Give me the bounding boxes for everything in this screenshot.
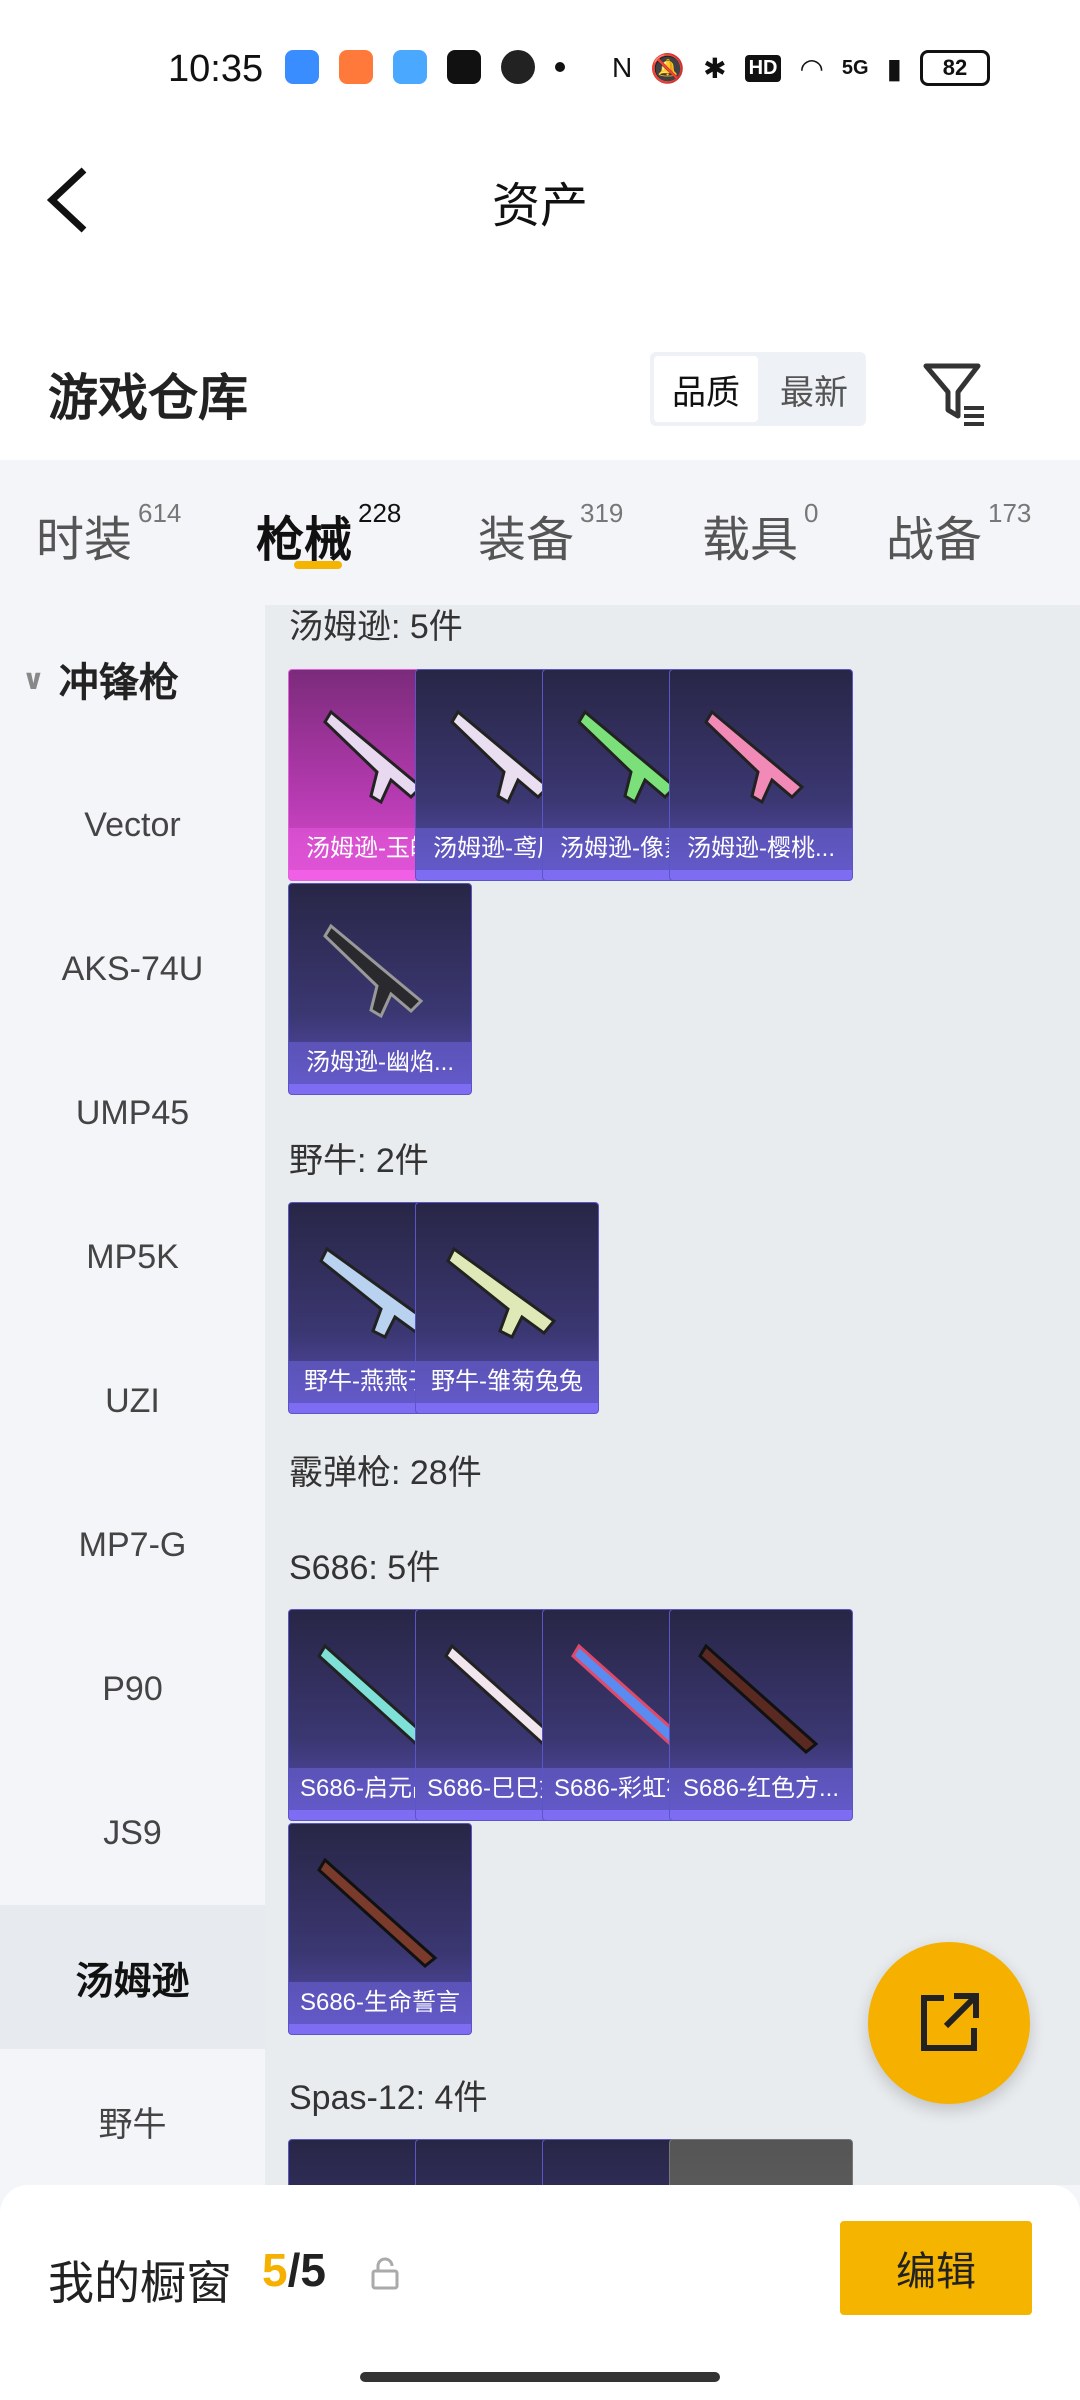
- wifi-icon: ◠: [799, 52, 824, 84]
- group-title-bizon: 野牛: 2件: [289, 1142, 429, 1180]
- skin-name: 野牛-雏菊兔兔: [416, 1361, 598, 1403]
- lock-icon[interactable]: [370, 2257, 400, 2291]
- tab-count: 614: [138, 498, 182, 528]
- rarity-bar: [289, 2024, 471, 2034]
- sidebar-item-vector[interactable]: Vector: [0, 753, 265, 897]
- showcase-count: 5/5: [262, 2243, 326, 2297]
- skin-name: 汤姆逊-樱桃...: [670, 828, 852, 870]
- sidebar-item-uzi[interactable]: UZI: [0, 1329, 265, 1473]
- tab-count: 228: [358, 498, 402, 528]
- signal-icon: ▮: [886, 52, 902, 84]
- rarity-bar: [670, 1810, 852, 1820]
- app-icon: [393, 50, 427, 84]
- skin-name: S686-生命誓言: [289, 1982, 471, 2024]
- chevron-down-icon: ∨: [22, 663, 45, 695]
- tab-supplies[interactable]: 战备 173: [856, 460, 1080, 605]
- tab-active-indicator: [294, 561, 342, 569]
- sidebar-item-js9[interactable]: JS9: [0, 1761, 265, 1905]
- gun-icon: [446, 1246, 557, 1340]
- tiktok-icon: [447, 50, 481, 84]
- filter-icon[interactable]: [920, 358, 990, 428]
- tab-label: 时装: [36, 514, 133, 567]
- sort-quality-button[interactable]: 品质: [654, 356, 758, 422]
- skin-card[interactable]: 汤姆逊-樱桃...: [669, 669, 853, 881]
- group-title-shotgun: 霰弹枪: 28件: [289, 1454, 482, 1492]
- skin-card[interactable]: [669, 2139, 853, 2185]
- dot-icon: [555, 62, 565, 72]
- notification-icons: [285, 50, 565, 84]
- sort-latest-button[interactable]: 最新: [762, 352, 866, 426]
- tab-equipment[interactable]: 装备 319: [444, 460, 666, 605]
- gun-icon: [698, 1643, 819, 1754]
- gun-icon: [317, 1857, 438, 1968]
- tab-label: 战备: [886, 514, 983, 567]
- sidebar-category-smg[interactable]: ∨ 冲锋枪: [0, 605, 265, 753]
- gun-icon: [704, 709, 805, 805]
- wechat-icon: [501, 50, 535, 84]
- sidebar-item-mp5k[interactable]: MP5K: [0, 1185, 265, 1329]
- status-time: 10:35: [168, 48, 264, 90]
- skin-card[interactable]: 汤姆逊-幽焰...: [288, 883, 472, 1095]
- nfc-icon: N: [611, 52, 633, 83]
- group-title-spas12: Spas-12: 4件: [289, 2079, 488, 2117]
- tab-label: 装备: [478, 514, 575, 567]
- tab-count: 0: [804, 498, 819, 528]
- tab-count: 319: [580, 498, 624, 528]
- rarity-bar: [289, 1084, 471, 1094]
- showcase-separator: /: [287, 2244, 301, 2296]
- skin-name: 汤姆逊-幽焰...: [289, 1042, 471, 1084]
- hd-icon: HD: [744, 54, 782, 82]
- tab-vehicles[interactable]: 载具 0: [666, 460, 856, 605]
- showcase-label: 我的橱窗: [48, 2257, 232, 2309]
- sidebar-category-label: 冲锋枪: [58, 661, 179, 705]
- mute-icon: 🔕: [650, 52, 686, 84]
- tab-count: 173: [988, 498, 1032, 528]
- page-title: 资产: [491, 180, 588, 233]
- skin-card[interactable]: S686-红色方...: [669, 1609, 853, 1821]
- showcase-bar: 我的橱窗 5/5 编辑: [0, 2185, 1080, 2400]
- app-icon: [339, 50, 373, 84]
- showcase-total: 5: [300, 2244, 326, 2296]
- sidebar-item-ump45[interactable]: UMP45: [0, 1041, 265, 1185]
- skin-card[interactable]: 野牛-雏菊兔兔: [415, 1202, 599, 1414]
- category-tabs: 时装 614 枪械 228 装备 319 载具 0 战备 173: [0, 460, 1080, 605]
- tab-guns[interactable]: 枪械 228: [222, 460, 444, 605]
- sort-toggle: 品质 最新: [650, 352, 866, 426]
- gun-icon: [323, 923, 424, 1019]
- system-icons: N 🔕 ✱ HD ◠ 5G ▮ 82: [612, 50, 990, 86]
- share-fab-button[interactable]: [868, 1942, 1030, 2104]
- edit-button[interactable]: 编辑: [840, 2221, 1032, 2315]
- sidebar-item-bizon[interactable]: 野牛: [0, 2049, 265, 2193]
- showcase-current: 5: [262, 2244, 288, 2296]
- rarity-bar: [416, 1403, 598, 1413]
- sidebar-item-aks74u[interactable]: AKS-74U: [0, 897, 265, 1041]
- share-icon: [921, 1993, 979, 2051]
- home-indicator[interactable]: [360, 2372, 720, 2382]
- app-icon: [285, 50, 319, 84]
- tab-label: 枪械: [256, 514, 353, 567]
- weapon-sidebar: ∨ 冲锋枪 Vector AKS-74U UMP45 MP5K UZI MP7-…: [0, 605, 265, 2185]
- group-title-s686: S686: 5件: [289, 1549, 441, 1587]
- warehouse-title: 游戏仓库: [48, 370, 248, 426]
- rarity-bar: [670, 870, 852, 880]
- warehouse-header: 游戏仓库 品质 最新: [0, 330, 1080, 460]
- sidebar-item-p90[interactable]: P90: [0, 1617, 265, 1761]
- sidebar-item-mp7g[interactable]: MP7-G: [0, 1473, 265, 1617]
- skin-name: S686-红色方...: [670, 1768, 852, 1810]
- network-label: 5G: [841, 56, 869, 79]
- bluetooth-icon: ✱: [703, 52, 727, 84]
- tab-fashion[interactable]: 时装 614: [0, 460, 222, 605]
- battery-icon: 82: [920, 50, 990, 86]
- group-title-thompson: 汤姆逊: 5件: [289, 608, 463, 646]
- tab-label: 载具: [702, 514, 799, 567]
- app-header: 资产: [0, 140, 1080, 330]
- sidebar-item-thompson[interactable]: 汤姆逊: [0, 1905, 265, 2049]
- status-bar: 10:35 N 🔕 ✱ HD ◠ 5G ▮ 82: [0, 0, 1080, 140]
- battery-level: 82: [942, 55, 968, 80]
- skin-card[interactable]: S686-生命誓言: [288, 1823, 472, 2035]
